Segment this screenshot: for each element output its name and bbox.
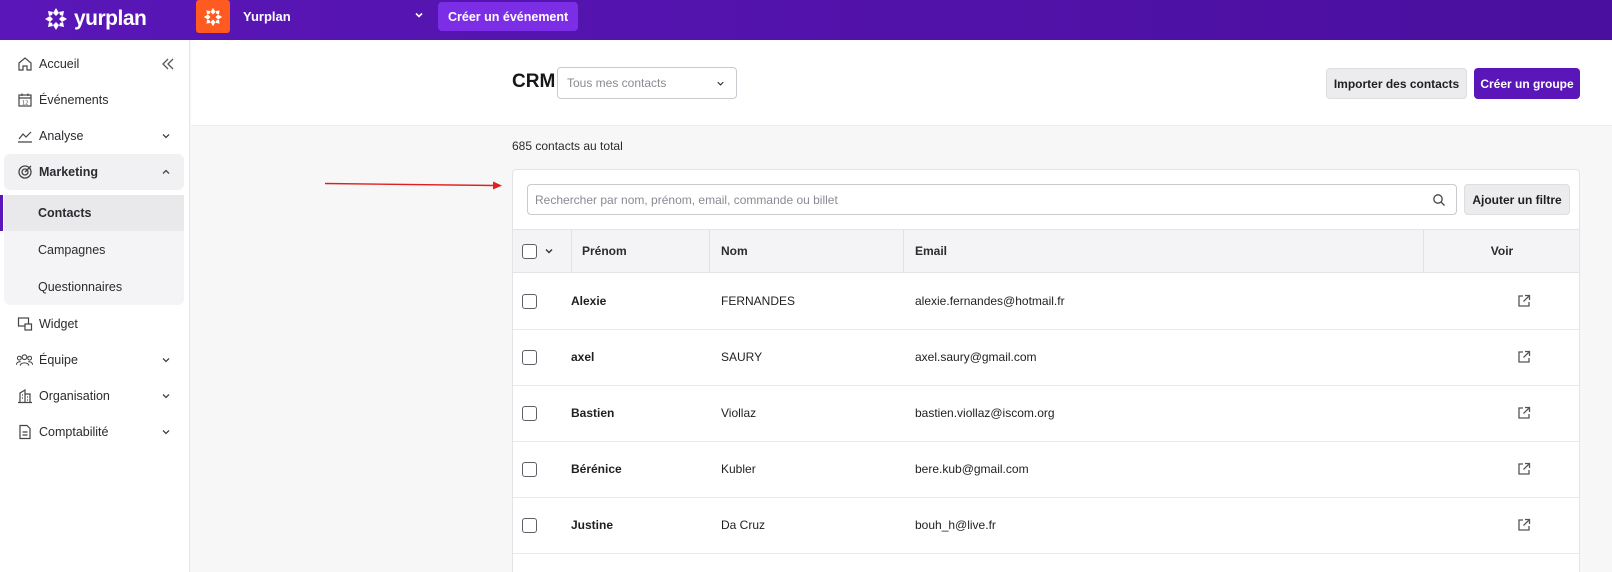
cell-email: axel.saury@gmail.com [915, 350, 1037, 364]
column-header-nom[interactable]: Nom [721, 230, 748, 272]
sidebar-item-label: Marketing [39, 165, 99, 179]
cell-email: bere.kub@gmail.com [915, 462, 1029, 476]
sidebar-item-questionnaires[interactable]: Questionnaires [4, 269, 184, 305]
column-divider [709, 230, 710, 272]
sidebar-item-campagnes[interactable]: Campagnes [4, 232, 184, 268]
sidebar-item-comptabilite[interactable]: Comptabilité [4, 414, 184, 450]
yurplan-logo[interactable]: yurplan [44, 4, 147, 34]
annotation-arrow [325, 181, 502, 190]
organization-logo [196, 0, 230, 33]
cell-nom: SAURY [721, 350, 763, 364]
chevron-down-icon [162, 358, 170, 363]
table-row[interactable]: Alexie FERNANDES alexie.fernandes@hotmai… [513, 273, 1579, 330]
document-icon [16, 424, 33, 441]
page-title: CRM [512, 71, 556, 92]
sidebar-item-label: Widget [39, 317, 78, 331]
row-checkbox[interactable] [522, 461, 537, 477]
cell-prenom: Bérénice [571, 462, 622, 476]
row-checkbox[interactable] [522, 349, 537, 365]
import-contacts-button[interactable]: Importer des contacts [1326, 68, 1467, 99]
row-checkbox[interactable] [522, 293, 537, 309]
team-icon [16, 352, 33, 369]
sidebar-item-label: Organisation [39, 389, 110, 403]
select-all-checkbox[interactable] [522, 243, 537, 259]
building-icon [16, 388, 33, 405]
chevron-down-icon [162, 394, 170, 399]
widget-icon [16, 316, 33, 333]
contacts-card: Rechercher par nom, prénom, email, comma… [512, 169, 1580, 572]
calendar-icon: 12 [16, 92, 33, 109]
top-bar: yurplan Yurplan Créer un événement [0, 0, 1612, 40]
chevron-down-icon [162, 430, 170, 435]
column-divider [903, 230, 904, 272]
sidebar-item-widget[interactable]: Widget [4, 306, 184, 342]
row-checkbox[interactable] [522, 517, 537, 533]
contacts-filter-select[interactable]: Tous mes contacts [557, 67, 737, 99]
cell-prenom: Alexie [571, 294, 607, 308]
column-divider [571, 230, 572, 272]
home-icon [16, 56, 33, 73]
organization-switcher[interactable]: Yurplan [196, 0, 424, 33]
external-link-icon[interactable] [1516, 293, 1532, 309]
external-link-icon[interactable] [1516, 461, 1532, 477]
search-input[interactable]: Rechercher par nom, prénom, email, comma… [527, 184, 1457, 215]
sidebar-item-label: Comptabilité [39, 425, 109, 439]
cell-prenom: axel [571, 350, 595, 364]
sidebar-item-label: Accueil [39, 57, 80, 71]
table-header: Prénom Nom Email Voir [513, 229, 1579, 273]
chevron-up-icon [162, 169, 170, 174]
logo-text: yurplan [74, 7, 147, 30]
external-link-icon[interactable] [1516, 349, 1532, 365]
external-link-icon[interactable] [1516, 405, 1532, 421]
sidebar-item-label: Analyse [39, 129, 84, 143]
cell-prenom: Bastien [571, 406, 615, 420]
row-checkbox[interactable] [522, 405, 537, 421]
cell-email: alexie.fernandes@hotmail.fr [915, 294, 1065, 308]
svg-text:12: 12 [22, 101, 28, 107]
sidebar-item-marketing[interactable]: Marketing [4, 154, 184, 190]
sidebar-item-label: Équipe [39, 353, 78, 367]
chevron-down-icon [717, 81, 724, 86]
target-icon [16, 164, 33, 181]
external-link-icon[interactable] [1516, 517, 1532, 533]
table-row[interactable]: Justine Da Cruz bouh_h@live.fr [513, 497, 1579, 554]
sidebar-item-organisation[interactable]: Organisation [4, 378, 184, 414]
select-value: Tous mes contacts [567, 76, 667, 90]
sidebar-item-equipe[interactable]: Équipe [4, 342, 184, 378]
create-group-button[interactable]: Créer un groupe [1474, 68, 1580, 99]
table-row[interactable]: Bérénice Kubler bere.kub@gmail.com [513, 441, 1579, 498]
cell-nom: Da Cruz [721, 518, 766, 532]
add-filter-button[interactable]: Ajouter un filtre [1464, 184, 1570, 215]
cell-nom: FERNANDES [721, 294, 796, 308]
chevron-down-icon[interactable] [544, 246, 554, 256]
sidebar-item-evenements[interactable]: 12 Événements [4, 82, 184, 118]
sidebar-item-label: Événements [39, 93, 109, 107]
table-row[interactable]: Bastien Viollaz bastien.viollaz@iscom.or… [513, 385, 1579, 442]
search-icon[interactable] [1432, 193, 1446, 207]
organization-name: Yurplan [243, 9, 291, 24]
select-all-control[interactable] [522, 230, 554, 272]
column-header-prenom[interactable]: Prénom [582, 230, 627, 272]
active-indicator [0, 195, 3, 231]
search-placeholder: Rechercher par nom, prénom, email, comma… [535, 192, 838, 207]
column-header-email[interactable]: Email [915, 230, 947, 272]
cell-nom: Kubler [721, 462, 756, 476]
column-header-voir: Voir [1490, 244, 1514, 258]
contacts-total: 685 contacts au total [512, 139, 623, 153]
create-event-button[interactable]: Créer un événement [438, 2, 579, 31]
org-logo-icon [203, 7, 223, 26]
sidebar-item-contacts[interactable]: Contacts [4, 195, 184, 231]
sidebar-item-analyse[interactable]: Analyse [4, 118, 184, 154]
cell-email: bouh_h@live.fr [915, 518, 996, 532]
yurplan-logo-icon [45, 8, 67, 30]
chevron-down-icon [162, 134, 170, 139]
cell-prenom: Justine [571, 518, 614, 532]
cell-nom: Viollaz [721, 406, 757, 420]
cell-email: bastien.viollaz@iscom.org [915, 406, 1055, 420]
table-row[interactable]: axel SAURY axel.saury@gmail.com [513, 329, 1579, 386]
chevron-down-icon [415, 12, 423, 18]
sidebar-item-accueil[interactable]: Accueil [4, 46, 184, 82]
chart-icon [16, 128, 33, 145]
